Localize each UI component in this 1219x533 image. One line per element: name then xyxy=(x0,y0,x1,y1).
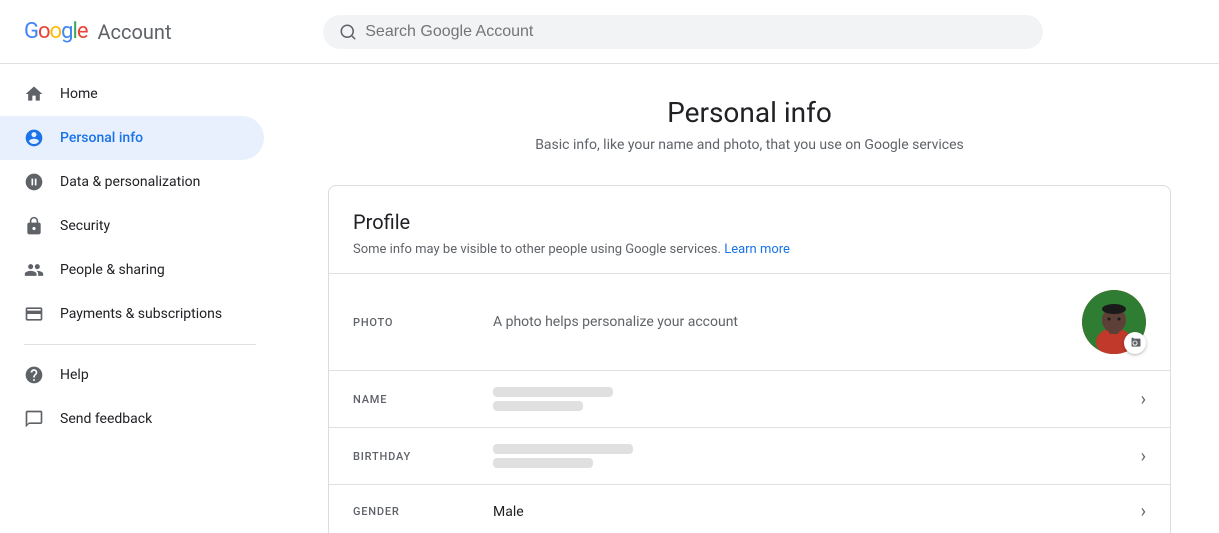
sidebar-label-feedback: Send feedback xyxy=(60,411,152,427)
sidebar-divider xyxy=(24,344,256,345)
page-subtitle: Basic info, like your name and photo, th… xyxy=(328,137,1171,153)
avatar-container[interactable] xyxy=(1082,290,1146,354)
account-label: Account xyxy=(97,20,171,44)
name-value xyxy=(493,387,1141,411)
help-icon xyxy=(24,365,44,385)
profile-card: Profile Some info may be visible to othe… xyxy=(328,185,1171,533)
sidebar-item-feedback[interactable]: Send feedback xyxy=(0,397,264,441)
redact-line-3 xyxy=(493,444,633,454)
sidebar-item-personal-info[interactable]: Personal info xyxy=(0,116,264,160)
name-row[interactable]: NAME › xyxy=(329,370,1170,427)
redact-line-2 xyxy=(493,401,583,411)
birthday-value xyxy=(493,444,1141,468)
body-container: Home Personal info Data & personalizatio… xyxy=(0,64,1219,533)
sidebar-label-home: Home xyxy=(60,86,98,102)
google-wordmark: Google xyxy=(24,19,87,44)
name-label: NAME xyxy=(353,393,493,406)
learn-more-link[interactable]: Learn more xyxy=(724,242,790,257)
card-icon xyxy=(24,304,44,324)
person-icon xyxy=(24,128,44,148)
sidebar-label-people: People & sharing xyxy=(60,262,165,278)
sidebar-item-security[interactable]: Security xyxy=(0,204,264,248)
profile-section-subtitle: Some info may be visible to other people… xyxy=(353,242,1146,257)
sidebar-item-data-personalization[interactable]: Data & personalization xyxy=(0,160,264,204)
sidebar-label-data: Data & personalization xyxy=(60,174,200,190)
sidebar-item-payments[interactable]: Payments & subscriptions xyxy=(0,292,264,336)
sidebar-label-payments: Payments & subscriptions xyxy=(60,306,222,322)
redact-line-1 xyxy=(493,387,613,397)
search-icon xyxy=(339,23,357,41)
page-title: Personal info xyxy=(328,96,1171,129)
sidebar-label-security: Security xyxy=(60,218,110,234)
gender-label: GENDER xyxy=(353,505,493,518)
google-account-logo[interactable]: Google Account xyxy=(24,19,172,44)
sidebar-item-people-sharing[interactable]: People & sharing xyxy=(0,248,264,292)
camera-badge xyxy=(1124,332,1146,354)
home-icon xyxy=(24,84,44,104)
lock-icon xyxy=(24,216,44,236)
sidebar-label-help: Help xyxy=(60,367,89,383)
sidebar: Home Personal info Data & personalizatio… xyxy=(0,64,280,533)
birthday-label: BIRTHDAY xyxy=(353,450,493,463)
gender-row[interactable]: GENDER Male › xyxy=(329,484,1170,533)
birthday-chevron-icon: › xyxy=(1141,446,1146,467)
search-input[interactable] xyxy=(365,23,1027,41)
search-bar xyxy=(323,15,1043,49)
profile-card-header: Profile Some info may be visible to othe… xyxy=(329,186,1170,273)
sidebar-item-home[interactable]: Home xyxy=(0,72,264,116)
photo-label: PHOTO xyxy=(353,316,493,329)
header: Google Account xyxy=(0,0,1219,64)
photo-row: PHOTO A photo helps personalize your acc… xyxy=(329,273,1170,370)
data-icon xyxy=(24,172,44,192)
gender-chevron-icon: › xyxy=(1141,501,1146,522)
name-chevron-icon: › xyxy=(1141,389,1146,410)
gender-value: Male xyxy=(493,504,1141,520)
main-content: Personal info Basic info, like your name… xyxy=(280,64,1219,533)
profile-section-title: Profile xyxy=(353,210,1146,234)
people-icon xyxy=(24,260,44,280)
redact-line-4 xyxy=(493,458,593,468)
sidebar-item-help[interactable]: Help xyxy=(0,353,264,397)
birthday-row[interactable]: BIRTHDAY › xyxy=(329,427,1170,484)
photo-value: A photo helps personalize your account xyxy=(493,314,1082,330)
search-container xyxy=(323,15,1043,49)
sidebar-label-personal-info: Personal info xyxy=(60,130,143,146)
feedback-icon xyxy=(24,409,44,429)
